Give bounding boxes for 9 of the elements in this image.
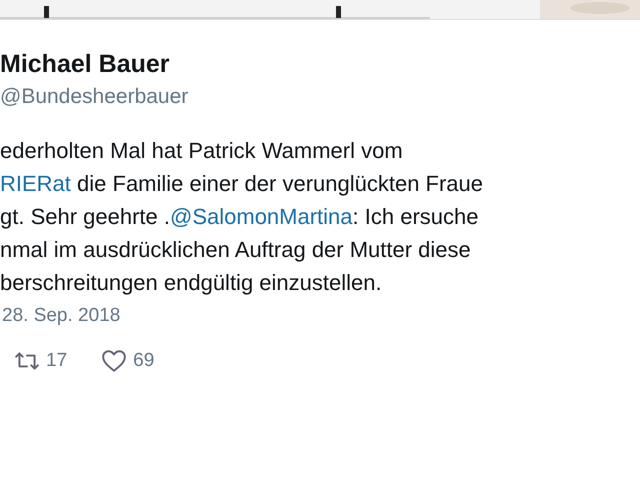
retweet-button[interactable]: 17 <box>14 349 68 373</box>
mention-link[interactable]: RIERat <box>0 171 71 196</box>
heart-icon <box>101 349 128 373</box>
author-name[interactable]: Michael Bauer <box>0 48 640 80</box>
mention-link[interactable]: @SalomonMartina <box>170 204 353 229</box>
like-button[interactable]: 69 <box>101 349 154 373</box>
author-handle[interactable]: @Bundesheerbauer <box>0 82 640 112</box>
tweet-date[interactable]: 28. Sep. 2018 <box>0 303 640 329</box>
tweet-text: ederholten Mal hat Patrick Wammerl vom RIERat die Familie einer der verunglückten Fraue gt. Sehr geehrte .@SalomonMartina: Ich ersuche nmal im ausdrücklichen Auftrag der Mutter diese berschreitungen endgültig einzustellen. <box>0 137 484 297</box>
